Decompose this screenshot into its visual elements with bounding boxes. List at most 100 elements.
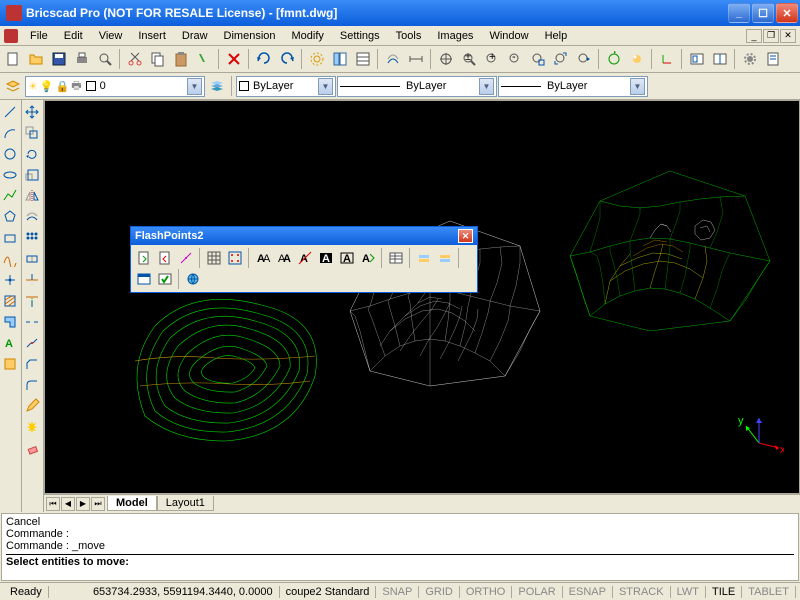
status-tile[interactable]: TILE bbox=[706, 586, 742, 598]
zoom-out-button[interactable]: - bbox=[504, 48, 526, 70]
break-icon[interactable] bbox=[22, 312, 42, 332]
layout-button[interactable] bbox=[686, 48, 708, 70]
lineweight-combo[interactable]: ByLayer ▼ bbox=[498, 76, 648, 97]
mdi-minimize[interactable]: _ bbox=[746, 29, 762, 43]
flashpoints-panel[interactable]: FlashPoints2 ✕ AA AA A A A A bbox=[130, 226, 478, 293]
properties-button[interactable] bbox=[352, 48, 374, 70]
layer-explorer-button[interactable] bbox=[2, 75, 24, 97]
explode-icon[interactable] bbox=[22, 417, 42, 437]
menu-window[interactable]: Window bbox=[481, 28, 536, 44]
boundary-icon[interactable] bbox=[0, 312, 20, 332]
menu-dimension[interactable]: Dimension bbox=[216, 28, 284, 44]
tab-first[interactable]: ⏮ bbox=[46, 497, 60, 511]
menu-file[interactable]: File bbox=[22, 28, 56, 44]
fp-layer2-icon[interactable] bbox=[435, 248, 455, 268]
tab-prev[interactable]: ◀ bbox=[61, 497, 75, 511]
script-button[interactable] bbox=[762, 48, 784, 70]
maximize-button[interactable]: ☐ bbox=[752, 3, 774, 23]
drawing-viewport[interactable]: x y FlashPoints2 ✕ AA AA bbox=[44, 100, 800, 494]
rotate-icon[interactable] bbox=[22, 144, 42, 164]
menu-images[interactable]: Images bbox=[429, 28, 481, 44]
zoom-realtime-button[interactable]: ± bbox=[458, 48, 480, 70]
status-style[interactable]: coupe2 Standard bbox=[280, 586, 377, 598]
trim-icon[interactable] bbox=[22, 270, 42, 290]
mdi-restore[interactable]: ❐ bbox=[763, 29, 779, 43]
fp-grid2-icon[interactable] bbox=[225, 248, 245, 268]
gear-button[interactable] bbox=[739, 48, 761, 70]
fp-table-icon[interactable] bbox=[386, 248, 406, 268]
hatch-icon[interactable] bbox=[0, 291, 20, 311]
fp-text1-icon[interactable]: AA bbox=[253, 248, 273, 268]
array-icon[interactable] bbox=[22, 228, 42, 248]
menu-edit[interactable]: Edit bbox=[56, 28, 91, 44]
pan-realtime-button[interactable] bbox=[435, 48, 457, 70]
status-snap[interactable]: SNAP bbox=[376, 586, 419, 598]
tab-last[interactable]: ⏭ bbox=[91, 497, 105, 511]
fp-window-icon[interactable] bbox=[134, 269, 154, 289]
fp-export-icon[interactable] bbox=[155, 248, 175, 268]
layer-states-button[interactable] bbox=[206, 75, 228, 97]
spline-icon[interactable] bbox=[0, 249, 20, 269]
stretch-icon[interactable] bbox=[22, 249, 42, 269]
print-button[interactable] bbox=[71, 48, 93, 70]
paste-button[interactable] bbox=[170, 48, 192, 70]
distance-button[interactable] bbox=[405, 48, 427, 70]
copy-button[interactable] bbox=[147, 48, 169, 70]
move-icon[interactable] bbox=[22, 102, 42, 122]
extend-icon[interactable] bbox=[22, 291, 42, 311]
chamfer-icon[interactable] bbox=[22, 354, 42, 374]
minimize-button[interactable]: _ bbox=[728, 3, 750, 23]
join-icon[interactable] bbox=[22, 333, 42, 353]
zoom-window-button[interactable] bbox=[527, 48, 549, 70]
status-coords[interactable]: 653734.2933, 5591194.3440, 0.0000 bbox=[87, 586, 280, 598]
line-icon[interactable] bbox=[0, 102, 20, 122]
menu-draw[interactable]: Draw bbox=[174, 28, 216, 44]
cmd-prompt[interactable]: Select entities to move: bbox=[6, 554, 794, 568]
fp-text5-icon[interactable]: A bbox=[337, 248, 357, 268]
mdi-close[interactable]: ✕ bbox=[780, 29, 796, 43]
menu-tools[interactable]: Tools bbox=[388, 28, 430, 44]
tab-model[interactable]: Model bbox=[107, 496, 157, 511]
tile-button[interactable] bbox=[709, 48, 731, 70]
arc-icon[interactable] bbox=[0, 123, 20, 143]
flashpoints-close-button[interactable]: ✕ bbox=[458, 229, 473, 243]
status-esnap[interactable]: ESNAP bbox=[563, 586, 613, 598]
save-button[interactable] bbox=[48, 48, 70, 70]
regen-button[interactable] bbox=[603, 48, 625, 70]
color-combo[interactable]: ByLayer ▼ bbox=[236, 76, 336, 97]
menu-view[interactable]: View bbox=[91, 28, 131, 44]
fp-globe-icon[interactable] bbox=[183, 269, 203, 289]
offset-button[interactable] bbox=[382, 48, 404, 70]
offset2-icon[interactable] bbox=[22, 207, 42, 227]
fp-text2-icon[interactable]: AA bbox=[274, 248, 294, 268]
zoom-in-button[interactable]: + bbox=[481, 48, 503, 70]
rectangle-icon[interactable] bbox=[0, 228, 20, 248]
copy-icon[interactable] bbox=[22, 123, 42, 143]
scale-icon[interactable] bbox=[22, 165, 42, 185]
ellipse-icon[interactable] bbox=[0, 165, 20, 185]
fp-text4-icon[interactable]: A bbox=[316, 248, 336, 268]
zoom-extents-button[interactable] bbox=[550, 48, 572, 70]
fp-text6-icon[interactable]: A bbox=[358, 248, 378, 268]
tab-next[interactable]: ▶ bbox=[76, 497, 90, 511]
status-lwt[interactable]: LWT bbox=[671, 586, 706, 598]
fp-grid1-icon[interactable] bbox=[204, 248, 224, 268]
mdi-icon[interactable] bbox=[4, 29, 18, 43]
zoom-previous-button[interactable] bbox=[573, 48, 595, 70]
fp-layer1-icon[interactable] bbox=[414, 248, 434, 268]
polygon-icon[interactable] bbox=[0, 207, 20, 227]
block-icon[interactable] bbox=[0, 354, 20, 374]
delete-button[interactable] bbox=[223, 48, 245, 70]
status-grid[interactable]: GRID bbox=[419, 586, 460, 598]
redo-button[interactable] bbox=[276, 48, 298, 70]
erase-icon[interactable] bbox=[22, 438, 42, 458]
status-polar[interactable]: POLAR bbox=[512, 586, 562, 598]
render-button[interactable] bbox=[626, 48, 648, 70]
status-strack[interactable]: STRACK bbox=[613, 586, 671, 598]
circle-icon[interactable] bbox=[0, 144, 20, 164]
linetype-combo[interactable]: ByLayer ▼ bbox=[337, 76, 497, 97]
menu-insert[interactable]: Insert bbox=[130, 28, 174, 44]
settings-button[interactable] bbox=[306, 48, 328, 70]
menu-modify[interactable]: Modify bbox=[284, 28, 332, 44]
tab-layout1[interactable]: Layout1 bbox=[157, 496, 214, 511]
